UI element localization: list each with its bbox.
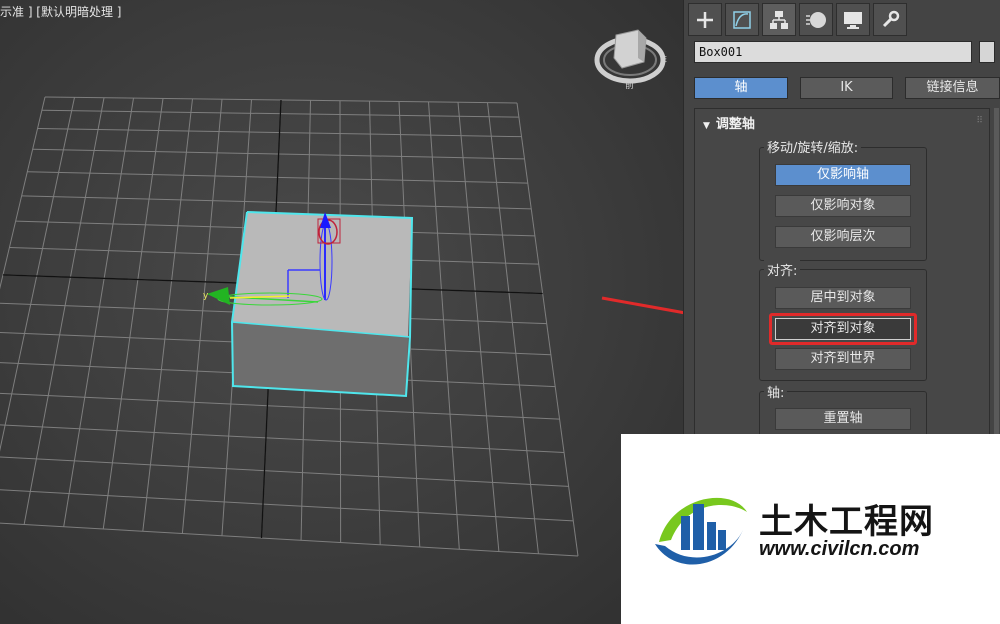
subtab-ik[interactable]: IK bbox=[800, 77, 893, 99]
grid-line bbox=[102, 98, 164, 530]
tab-display[interactable] bbox=[836, 3, 870, 36]
tab-utilities[interactable] bbox=[873, 3, 907, 36]
grid-line bbox=[487, 102, 539, 554]
object-color-swatch[interactable] bbox=[979, 41, 995, 63]
affect-pivot-only-button[interactable]: 仅影响轴 bbox=[775, 164, 911, 186]
tab-create[interactable] bbox=[688, 3, 722, 36]
rollout-grip-icon: ⠿ bbox=[976, 116, 983, 126]
pivot-label: 轴: bbox=[764, 382, 788, 401]
affect-object-only-button[interactable]: 仅影响对象 bbox=[775, 195, 911, 217]
viewport-scene[interactable]: y 前 E bbox=[0, 0, 683, 624]
alignment-label: 对齐: bbox=[764, 260, 801, 279]
annotation-arrow bbox=[601, 296, 683, 315]
affect-hierarchy-only-button[interactable]: 仅影响层次 bbox=[775, 226, 911, 248]
annotation-highlight-box bbox=[769, 313, 917, 345]
box-top-face bbox=[232, 212, 412, 337]
rollout-title-text: 调整轴 bbox=[715, 117, 755, 132]
command-panel-tabs bbox=[688, 3, 910, 37]
modify-curve-icon bbox=[733, 10, 751, 29]
align-to-world-button[interactable]: 对齐到世界 bbox=[775, 348, 911, 370]
svg-text:y: y bbox=[203, 291, 209, 301]
subtab-pivot[interactable]: 轴 bbox=[694, 77, 788, 99]
adjust-pivot-rollout: ▼ 调整轴 ⠿ 移动/旋转/缩放: 仅影响轴 仅影响对象 仅影响层次 对齐: 居中… bbox=[694, 108, 990, 451]
hierarchy-icon bbox=[770, 10, 788, 29]
tab-motion[interactable] bbox=[799, 3, 833, 36]
tab-modify[interactable] bbox=[725, 3, 759, 36]
wrench-icon bbox=[882, 10, 900, 27]
panel-scrollbar[interactable] bbox=[994, 108, 999, 438]
reset-pivot-button[interactable]: 重置轴 bbox=[775, 408, 911, 430]
rollout-title[interactable]: ▼ 调整轴 bbox=[703, 113, 755, 132]
move-rotate-scale-label: 移动/旋转/缩放: bbox=[764, 137, 862, 156]
monitor-icon bbox=[844, 11, 862, 29]
viewport-shading-label[interactable]: 示准 ] [默认明暗处理 ] bbox=[0, 3, 122, 20]
grid-line bbox=[0, 489, 574, 522]
watermark-url: www.civilcn.com bbox=[759, 538, 920, 560]
grid-line bbox=[0, 456, 569, 487]
viewcube[interactable] bbox=[594, 29, 666, 84]
motion-sphere-icon bbox=[806, 11, 826, 28]
grid-line bbox=[0, 392, 560, 420]
grid-line bbox=[0, 424, 565, 453]
grid-line bbox=[457, 102, 500, 552]
watermark-banner: 土木工程网 www.civilcn.com bbox=[621, 434, 1000, 624]
subtab-link-info[interactable]: 链接信息 bbox=[905, 77, 1000, 99]
grid-line bbox=[516, 102, 579, 557]
grid-line bbox=[0, 96, 46, 290]
viewcube-east-label: E bbox=[662, 55, 667, 64]
grid-line bbox=[0, 522, 579, 557]
civilcn-logo-icon bbox=[655, 497, 747, 565]
object-name-field[interactable]: Box001 bbox=[694, 41, 972, 63]
viewcube-front-label: 前 bbox=[625, 79, 634, 91]
collapse-triangle-icon: ▼ bbox=[703, 121, 710, 131]
center-to-object-button[interactable]: 居中到对象 bbox=[775, 287, 911, 309]
watermark-title: 土木工程网 bbox=[759, 502, 934, 542]
tab-hierarchy[interactable] bbox=[762, 3, 796, 36]
grid-line bbox=[428, 101, 460, 550]
box001-object bbox=[230, 211, 414, 398]
plus-icon bbox=[697, 11, 713, 28]
viewport-perspective[interactable]: y 前 E 示准 ] [默认明暗处理 ] bbox=[0, 0, 683, 624]
